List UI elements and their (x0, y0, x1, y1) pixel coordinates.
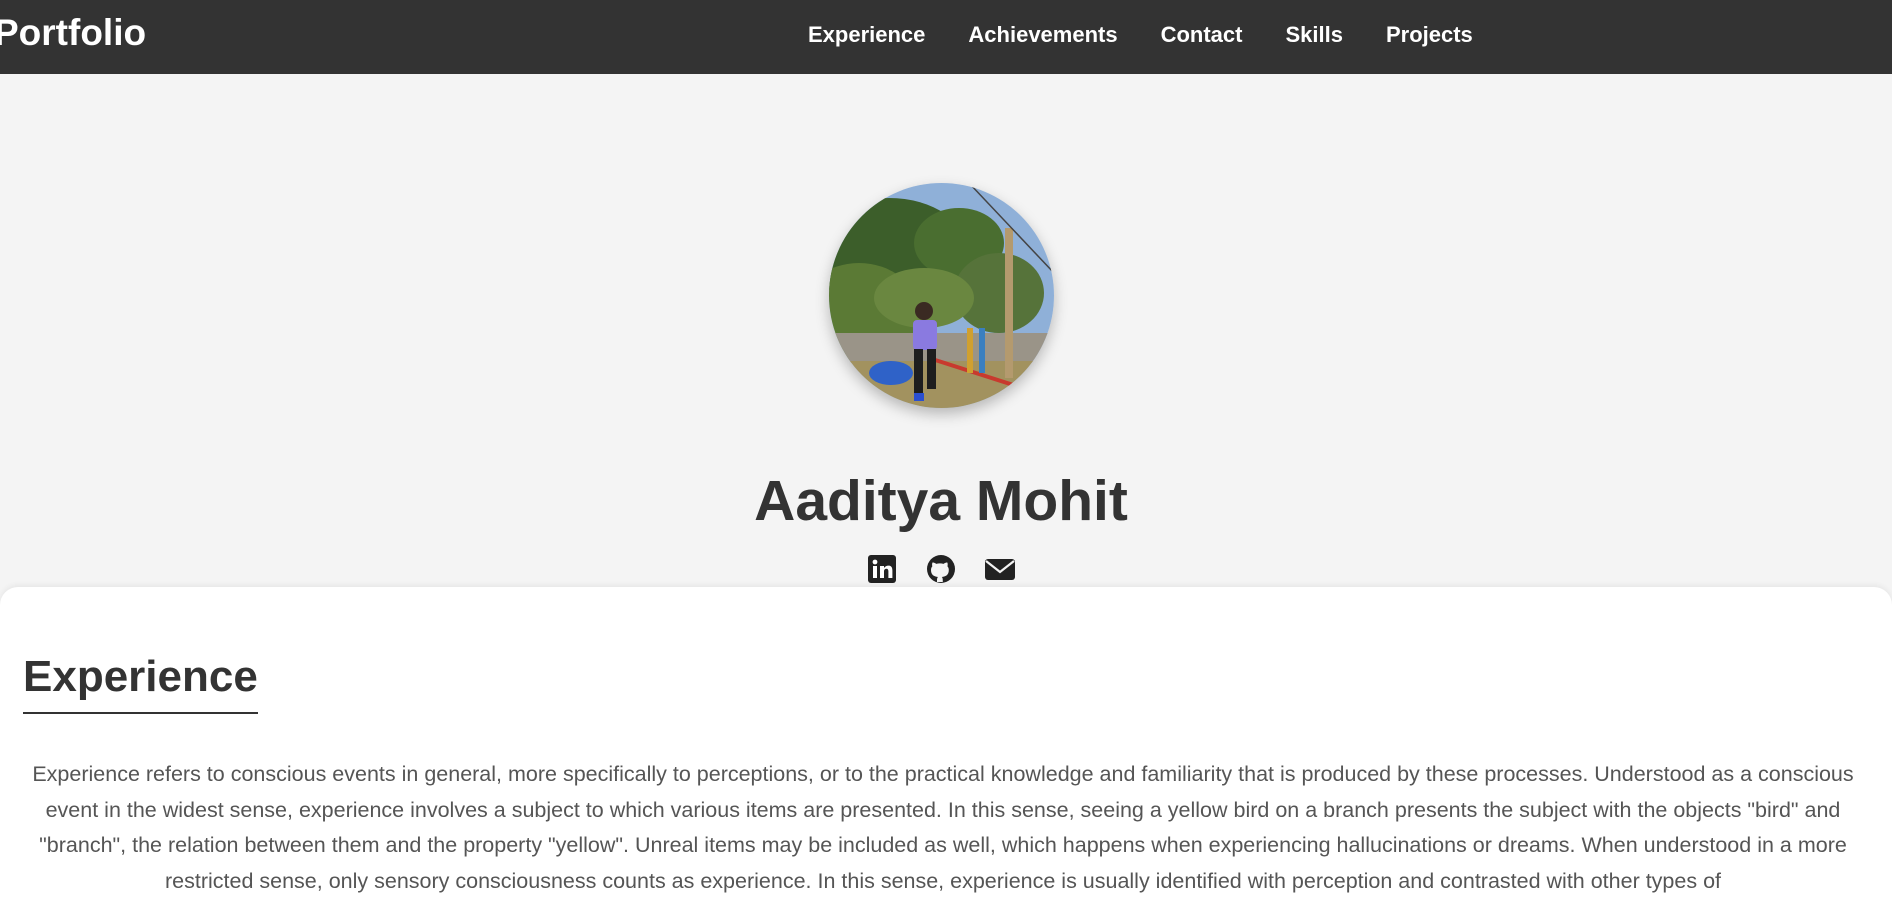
section-title: Experience (23, 652, 258, 714)
profile-photo (829, 183, 1054, 408)
envelope-icon[interactable] (984, 553, 1016, 585)
navbar: Portfolio Experience Achievements Contac… (0, 0, 1892, 74)
experience-description: Experience refers to conscious events in… (32, 762, 1854, 893)
social-links (866, 553, 1043, 585)
nav-links: Experience Achievements Contact Skills P… (808, 22, 1516, 48)
github-icon[interactable] (925, 553, 957, 585)
nav-link-contact[interactable]: Contact (1161, 22, 1243, 48)
avatar (829, 183, 1054, 408)
experience-section: Experience Experience refers to consciou… (0, 587, 1892, 907)
nav-link-projects[interactable]: Projects (1386, 22, 1473, 48)
nav-link-achievements[interactable]: Achievements (968, 22, 1117, 48)
brand-logo[interactable]: Portfolio (0, 12, 146, 54)
profile-name: Aaditya Mohit (754, 469, 1128, 533)
nav-link-experience[interactable]: Experience (808, 22, 925, 48)
linkedin-icon[interactable] (866, 553, 898, 585)
nav-link-skills[interactable]: Skills (1285, 22, 1342, 48)
